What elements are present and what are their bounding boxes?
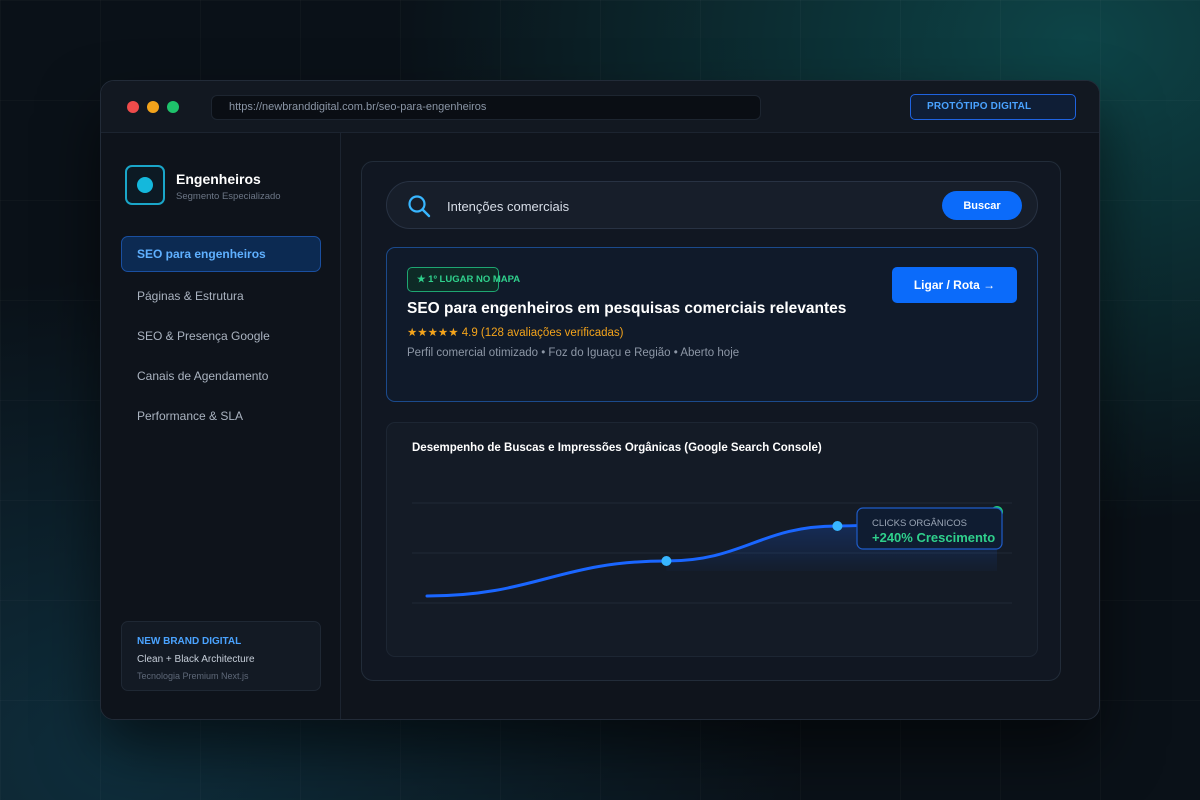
- brand-name: Engenheiros: [176, 171, 261, 187]
- search-button[interactable]: Buscar: [942, 191, 1022, 220]
- search-bar: Buscar: [386, 181, 1038, 229]
- brand-logo-dot: [137, 177, 153, 193]
- maximize-window-button[interactable]: [167, 101, 179, 113]
- performance-chart: CLICKS ORGÂNICOS +240% Crescimento: [412, 502, 1012, 604]
- prototype-badge: PROTÓTIPO DIGITAL: [910, 94, 1076, 120]
- search-input[interactable]: [447, 195, 847, 217]
- chart-callout: CLICKS ORGÂNICOS +240% Crescimento: [856, 507, 1003, 550]
- browser-titlebar: https://newbranddigital.com.br/seo-para-…: [101, 81, 1099, 133]
- callout-value: +240% Crescimento: [872, 530, 995, 545]
- close-window-button[interactable]: [127, 101, 139, 113]
- listing-title: SEO para engenheiros em pesquisas comerc…: [407, 300, 847, 317]
- sidebar-item-paginas-estrutura[interactable]: Páginas & Estrutura: [121, 278, 321, 314]
- sidebar-card-line-2: Tecnologia Premium Next.js: [137, 671, 249, 681]
- callout-label: CLICKS ORGÂNICOS: [872, 518, 967, 529]
- sidebar: Engenheiros Segmento Especializado SEO p…: [101, 133, 341, 719]
- chart-data-point: [832, 521, 843, 531]
- sidebar-item-canais-agendamento[interactable]: Canais de Agendamento: [121, 358, 321, 394]
- brand-logo-icon: [125, 165, 165, 205]
- brand-subtitle: Segmento Especializado: [176, 191, 281, 202]
- sidebar-brand-card: NEW BRAND DIGITAL Clean + Black Architec…: [121, 621, 321, 691]
- chart-data-point: [661, 556, 672, 566]
- sidebar-item-performance-sla[interactable]: Performance & SLA: [121, 398, 321, 434]
- main-panel: Buscar ★ 1º LUGAR NO MAPA SEO para engen…: [361, 161, 1061, 681]
- business-listing-card: ★ 1º LUGAR NO MAPA SEO para engenheiros …: [386, 247, 1038, 402]
- sidebar-item-seo-para-engenheiros[interactable]: SEO para engenheiros: [121, 236, 321, 272]
- sidebar-card-title: NEW BRAND DIGITAL: [137, 636, 242, 647]
- call-route-button[interactable]: Ligar / Rota →: [892, 267, 1017, 303]
- minimize-window-button[interactable]: [147, 101, 159, 113]
- rank-badge: ★ 1º LUGAR NO MAPA: [407, 267, 520, 292]
- listing-rating: ★★★★★ 4.9 (128 avaliações verificadas): [407, 327, 624, 339]
- address-bar[interactable]: https://newbranddigital.com.br/seo-para-…: [211, 95, 761, 120]
- listing-meta: Perfil comercial otimizado • Foz do Igua…: [407, 347, 740, 359]
- performance-chart-card: Desempenho de Buscas e Impressões Orgâni…: [386, 422, 1038, 657]
- search-icon: [408, 195, 431, 218]
- sidebar-card-line-1: Clean + Black Architecture: [137, 654, 255, 665]
- browser-window: https://newbranddigital.com.br/seo-para-…: [100, 80, 1100, 720]
- sidebar-item-seo-presenca-google[interactable]: SEO & Presença Google: [121, 318, 321, 354]
